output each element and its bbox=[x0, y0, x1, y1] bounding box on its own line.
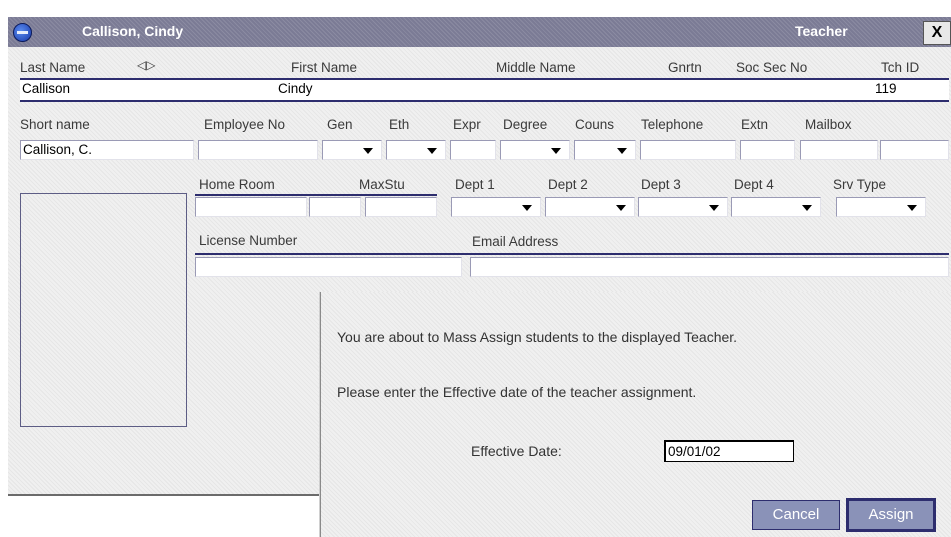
photo-box bbox=[20, 193, 187, 427]
short-name-label: Short name bbox=[20, 117, 90, 132]
dept2-label: Dept 2 bbox=[548, 177, 588, 192]
employee-no-field[interactable] bbox=[198, 140, 318, 160]
dropdown-arrow-icon bbox=[363, 148, 373, 154]
license-number-field[interactable] bbox=[195, 257, 462, 277]
dropdown-arrow-icon bbox=[907, 205, 917, 211]
license-number-label: License Number bbox=[199, 233, 298, 248]
app-globe-icon[interactable] bbox=[13, 23, 32, 42]
gen-select[interactable] bbox=[322, 140, 382, 160]
dept1-select[interactable] bbox=[451, 197, 541, 217]
maxstu-field[interactable] bbox=[365, 197, 437, 217]
tch-id-label: Tch ID bbox=[881, 60, 920, 75]
row1-bottom-line bbox=[20, 100, 949, 102]
dept4-label: Dept 4 bbox=[734, 177, 774, 192]
short-name-field[interactable]: Callison, C. bbox=[20, 140, 194, 160]
effective-date-label: Effective Date: bbox=[471, 443, 562, 459]
dialog-message-2: Please enter the Effective date of the t… bbox=[337, 384, 697, 400]
extn-field[interactable] bbox=[740, 140, 795, 160]
expr-label: Expr bbox=[453, 117, 481, 132]
soc-sec-no-field[interactable] bbox=[730, 80, 860, 100]
tch-id-field[interactable]: 119 bbox=[860, 80, 949, 100]
extn-label: Extn bbox=[741, 117, 769, 132]
gnrtn-label: Gnrtn bbox=[668, 60, 702, 75]
dept3-label: Dept 3 bbox=[641, 177, 681, 192]
dropdown-arrow-icon bbox=[551, 148, 561, 154]
dropdown-arrow-icon bbox=[427, 148, 437, 154]
assign-button[interactable]: Assign bbox=[846, 498, 936, 532]
srv-type-select[interactable] bbox=[836, 197, 926, 217]
dropdown-arrow-icon bbox=[616, 205, 626, 211]
srv-type-label: Srv Type bbox=[833, 177, 887, 192]
middle-name-field[interactable] bbox=[480, 80, 650, 100]
window-title-role: Teacher bbox=[795, 23, 848, 39]
effective-date-input[interactable] bbox=[664, 440, 794, 462]
degree-select[interactable] bbox=[500, 140, 570, 160]
last-name-label: Last Name bbox=[20, 60, 86, 75]
employee-no-label: Employee No bbox=[204, 117, 286, 132]
dialog-message-1: You are about to Mass Assign students to… bbox=[337, 329, 738, 345]
dropdown-arrow-icon bbox=[709, 205, 719, 211]
soc-sec-no-label: Soc Sec No bbox=[736, 60, 808, 75]
dept2-select[interactable] bbox=[545, 197, 635, 217]
couns-label: Couns bbox=[575, 117, 615, 132]
mailbox-label: Mailbox bbox=[805, 117, 852, 132]
mailbox-field[interactable] bbox=[800, 140, 878, 160]
dropdown-arrow-icon bbox=[802, 205, 812, 211]
eth-label: Eth bbox=[389, 117, 410, 132]
row3-top-line bbox=[195, 194, 437, 196]
dept3-select[interactable] bbox=[638, 197, 728, 217]
gnrtn-field[interactable] bbox=[650, 80, 730, 100]
swap-arrows-icon[interactable]: ◁▷ bbox=[137, 58, 155, 72]
dropdown-arrow-icon bbox=[617, 148, 627, 154]
dept4-select[interactable] bbox=[731, 197, 821, 217]
home-room-label: Home Room bbox=[199, 177, 275, 192]
last-name-field[interactable]: Callison bbox=[20, 80, 276, 100]
telephone-field[interactable] bbox=[640, 140, 736, 160]
email-address-label: Email Address bbox=[472, 234, 559, 249]
couns-select[interactable] bbox=[574, 140, 636, 160]
window-titlebar[interactable]: Callison, Cindy Teacher X bbox=[8, 17, 951, 47]
gen-label: Gen bbox=[327, 117, 353, 132]
telephone-label: Telephone bbox=[641, 117, 704, 132]
dept1-label: Dept 1 bbox=[455, 177, 495, 192]
home-room-field[interactable] bbox=[195, 197, 307, 217]
eth-select[interactable] bbox=[386, 140, 446, 160]
expr-field[interactable] bbox=[450, 140, 496, 160]
first-name-label: First Name bbox=[291, 60, 358, 75]
close-icon[interactable]: X bbox=[923, 21, 951, 45]
row4-top-line bbox=[195, 253, 949, 255]
mailbox-extra-field[interactable] bbox=[880, 140, 949, 160]
cancel-button[interactable]: Cancel bbox=[752, 500, 840, 530]
dropdown-arrow-icon bbox=[522, 205, 532, 211]
maxstu-label: MaxStu bbox=[359, 177, 405, 192]
home-room-extra-field[interactable] bbox=[309, 197, 361, 217]
window-title-name: Callison, Cindy bbox=[82, 23, 184, 39]
email-address-field[interactable] bbox=[470, 257, 949, 277]
first-name-field[interactable]: Cindy bbox=[276, 80, 480, 100]
middle-name-label: Middle Name bbox=[496, 60, 576, 75]
degree-label: Degree bbox=[503, 117, 548, 132]
